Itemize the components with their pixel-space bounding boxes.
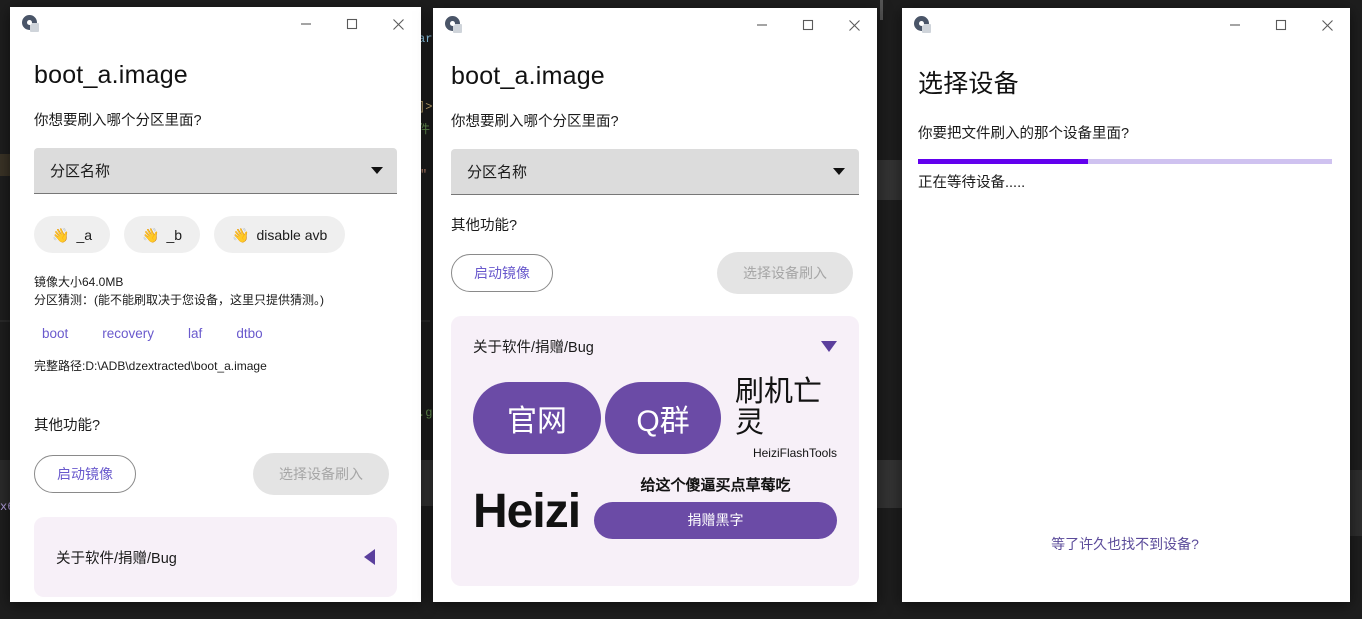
donate-button[interactable]: 捐赠黑字 bbox=[594, 501, 837, 539]
partition-name-value: 分区名称 bbox=[467, 164, 528, 181]
partition-name-value: 分区名称 bbox=[50, 163, 111, 180]
official-site-button[interactable]: 官网 bbox=[473, 382, 601, 455]
partition-link-recovery[interactable]: recovery bbox=[102, 326, 154, 341]
window-flash-partition-1[interactable]: boot_a.image 你想要刷入哪个分区里面? 分区名称 👋 _a 👋 _b… bbox=[10, 7, 421, 602]
about-card-label: 关于软件/捐赠/Bug bbox=[56, 550, 177, 567]
titlebar-window1[interactable] bbox=[10, 7, 421, 41]
chip-label: disable avb bbox=[256, 226, 328, 243]
brand-name-cn: 刷机亡灵 bbox=[735, 376, 823, 440]
other-functions-label: 其他功能? bbox=[34, 418, 101, 434]
chip-label: _a bbox=[76, 226, 93, 243]
caret-down-icon bbox=[821, 341, 837, 352]
about-card-header[interactable]: 关于软件/捐赠/Bug bbox=[473, 336, 837, 357]
boot-image-button[interactable]: 启动镜像 bbox=[34, 455, 136, 493]
page-subtitle: 你想要刷入哪个分区里面? bbox=[451, 114, 619, 130]
other-functions-label: 其他功能? bbox=[451, 218, 518, 234]
disc-icon bbox=[914, 16, 932, 34]
image-size-text: 镜像大小64.0MB bbox=[34, 275, 124, 289]
editor-caret bbox=[880, 0, 883, 20]
chevron-down-icon bbox=[833, 168, 845, 175]
about-card-label: 关于软件/捐赠/Bug bbox=[473, 340, 594, 356]
brand-name-en: HeiziFlashTools bbox=[752, 445, 837, 460]
chip-slot-b[interactable]: 👋 _b bbox=[124, 216, 201, 253]
minimize-icon[interactable] bbox=[1212, 8, 1258, 42]
partition-link-boot[interactable]: boot bbox=[42, 326, 68, 341]
wordmark-heizi: Heizi bbox=[473, 484, 581, 538]
chip-label: _b bbox=[166, 226, 183, 243]
window-flash-partition-2[interactable]: boot_a.image 你想要刷入哪个分区里面? 分区名称 其他功能? 启动镜… bbox=[433, 8, 877, 602]
wave-hand-icon: 👋 bbox=[52, 226, 70, 243]
caret-left-icon bbox=[364, 549, 375, 565]
minimize-icon[interactable] bbox=[283, 7, 329, 41]
slot-chip-group: 👋 _a 👋 _b 👋 disable avb bbox=[34, 216, 397, 253]
disc-icon bbox=[22, 15, 40, 33]
chevron-down-icon bbox=[371, 167, 383, 174]
page-title: boot_a.image bbox=[451, 62, 605, 90]
boot-image-button[interactable]: 启动镜像 bbox=[451, 254, 553, 292]
full-path-text: 完整路径:D:\ADB\dzextracted\boot_a.image bbox=[34, 359, 267, 373]
maximize-icon[interactable] bbox=[329, 7, 375, 41]
wave-hand-icon: 👋 bbox=[232, 226, 250, 243]
partition-suggestion-links: boot recovery laf dtbo bbox=[34, 326, 397, 341]
code-token: " bbox=[420, 168, 428, 182]
status-text: 正在等待设备..... bbox=[918, 175, 1026, 191]
qq-group-button[interactable]: Q群 bbox=[605, 382, 721, 455]
close-icon[interactable] bbox=[1304, 8, 1350, 42]
wave-hand-icon: 👋 bbox=[142, 226, 160, 243]
progress-fill bbox=[918, 159, 1088, 164]
maximize-icon[interactable] bbox=[785, 8, 831, 42]
partition-name-dropdown[interactable]: 分区名称 bbox=[451, 149, 859, 195]
window-select-device[interactable]: 选择设备 你要把文件刷入的那个设备里面? 正在等待设备..... 等了许久也找不… bbox=[902, 8, 1350, 602]
select-device-flash-button[interactable]: 选择设备刷入 bbox=[253, 453, 389, 495]
page-title: 选择设备 bbox=[918, 70, 1019, 98]
partition-name-dropdown[interactable]: 分区名称 bbox=[34, 148, 397, 194]
maximize-icon[interactable] bbox=[1258, 8, 1304, 42]
partition-link-laf[interactable]: laf bbox=[188, 326, 202, 341]
about-card-collapsed[interactable]: 关于软件/捐赠/Bug bbox=[34, 517, 397, 597]
chip-slot-a[interactable]: 👋 _a bbox=[34, 216, 111, 253]
disc-icon bbox=[445, 16, 463, 34]
about-card-expanded[interactable]: 关于软件/捐赠/Bug 官网 Q群 刷机亡灵 HeiziFlashTools H… bbox=[451, 316, 859, 586]
donate-note-text: 给这个傻逼买点草莓吃 bbox=[640, 476, 791, 494]
page-subtitle: 你要把文件刷入的那个设备里面? bbox=[918, 126, 1130, 142]
minimize-icon[interactable] bbox=[739, 8, 785, 42]
page-title: boot_a.image bbox=[34, 61, 188, 89]
titlebar-window2[interactable] bbox=[433, 8, 877, 42]
close-icon[interactable] bbox=[831, 8, 877, 42]
partition-guess-text: 分区猜测：(能不能刷取决于您设备，这里只提供猜测。) bbox=[34, 293, 324, 307]
device-not-found-link[interactable]: 等了许久也找不到设备? bbox=[918, 534, 1332, 554]
titlebar-window3[interactable] bbox=[902, 8, 1350, 42]
select-device-flash-button[interactable]: 选择设备刷入 bbox=[717, 252, 853, 294]
partition-link-dtbo[interactable]: dtbo bbox=[236, 326, 262, 341]
page-subtitle: 你想要刷入哪个分区里面? bbox=[34, 113, 202, 129]
close-icon[interactable] bbox=[375, 7, 421, 41]
chip-disable-avb[interactable]: 👋 disable avb bbox=[214, 216, 346, 253]
device-wait-progressbar bbox=[918, 159, 1332, 164]
